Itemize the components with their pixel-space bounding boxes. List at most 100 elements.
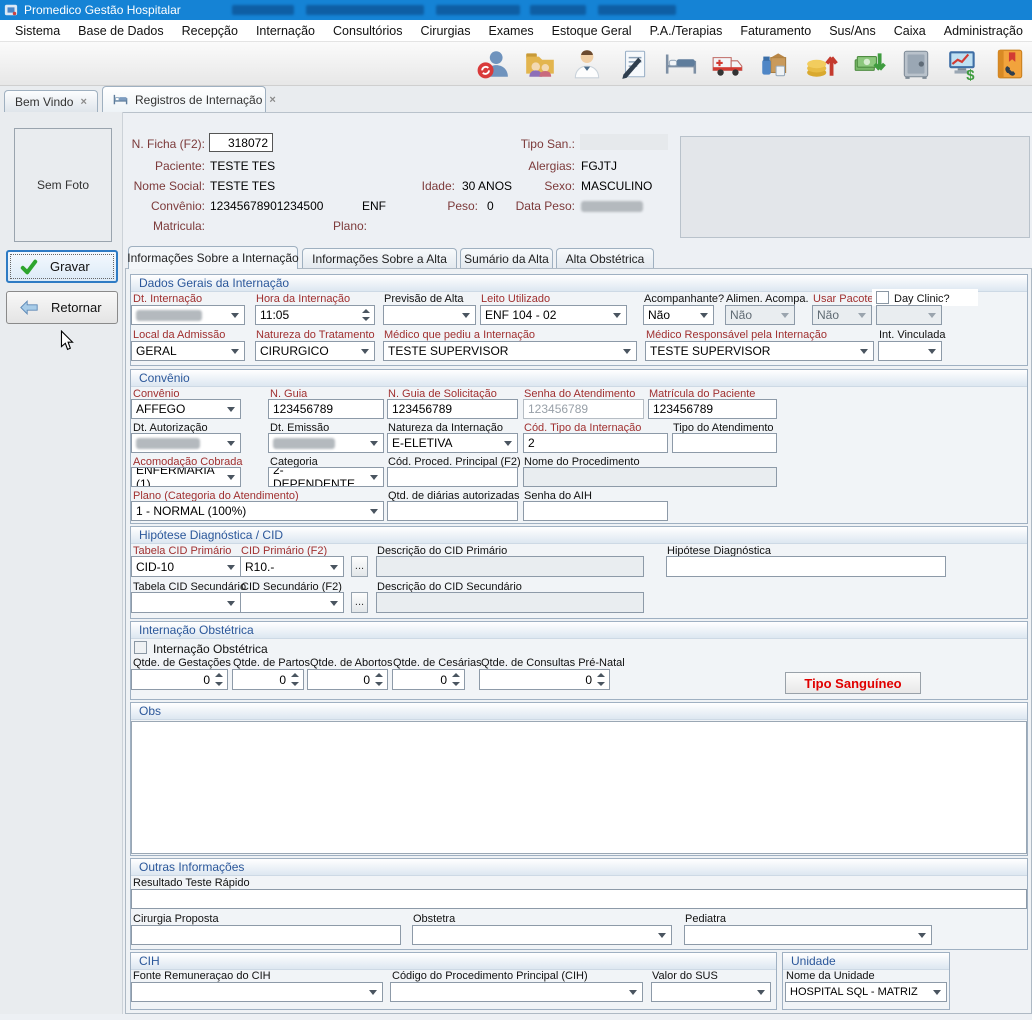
form-tab-informacoes-alta[interactable]: Informações Sobre a Alta	[302, 248, 457, 269]
nome-unidade-combo[interactable]: HOSPITAL SQL - MATRIZ	[785, 982, 947, 1002]
form-tab-informacoes-internacao[interactable]: Informações Sobre a Internação	[128, 246, 298, 269]
cod-proc-input[interactable]	[387, 467, 518, 487]
save-button[interactable]: Gravar	[6, 250, 118, 283]
dt-internacao-combo[interactable]	[131, 305, 245, 325]
menu-recepcao[interactable]: Recepção	[173, 22, 247, 40]
cid-primario-combo[interactable]: R10.-	[240, 556, 344, 577]
phone-directory-icon[interactable]	[993, 47, 1027, 81]
fonte-remuneracao-combo[interactable]	[131, 982, 383, 1002]
partos-spinner[interactable]: 0	[232, 669, 304, 690]
day-clinic-checkbox[interactable]	[876, 291, 889, 304]
safe-icon[interactable]	[899, 47, 933, 81]
pediatra-label: Pediatra	[685, 913, 726, 925]
consultas-prenatal-spinner[interactable]: 0	[479, 669, 610, 690]
menu-sistema[interactable]: Sistema	[6, 22, 69, 40]
codigo-procedimento-cih-combo[interactable]	[390, 982, 643, 1002]
tab-bem-vindo[interactable]: Bem Vindo ×	[4, 90, 98, 112]
form-tab-alta-obstetrica[interactable]: Alta Obstétrica	[556, 248, 654, 269]
acomodacao-combo[interactable]: ENFERMARIA (1)	[131, 467, 241, 487]
cid-secundario-browse-button[interactable]: ...	[351, 592, 368, 613]
menu-estoque-geral[interactable]: Estoque Geral	[543, 22, 641, 40]
pharmacy-supplies-icon[interactable]	[758, 47, 792, 81]
gestacoes-spinner[interactable]: 0	[131, 669, 228, 690]
convenio-combo[interactable]: AFFEGO	[131, 399, 241, 419]
dt-emissao-combo[interactable]	[268, 433, 384, 453]
acompanhante-value: Não	[648, 308, 670, 322]
dt-autorizacao-combo[interactable]	[131, 433, 241, 453]
close-icon[interactable]: ×	[269, 94, 275, 106]
natureza-internacao-combo[interactable]: E-ELETIVA	[387, 433, 518, 453]
natureza-tratamento-combo[interactable]: CIRURGICO	[255, 341, 375, 361]
day-clinic-label: Day Clinic?	[894, 293, 950, 305]
spinner-buttons-icon[interactable]	[289, 673, 300, 686]
medico-pediu-label: Médico que pediu a Internação	[384, 329, 535, 341]
menu-sus-ans[interactable]: Sus/Ans	[820, 22, 885, 40]
spinner-buttons-icon[interactable]	[595, 673, 606, 686]
user-sync-icon[interactable]	[476, 47, 510, 81]
cesarias-spinner[interactable]: 0	[392, 669, 465, 690]
qtd-diarias-input[interactable]	[387, 501, 518, 521]
patients-folder-icon[interactable]	[523, 47, 557, 81]
chevron-down-icon	[361, 349, 369, 354]
menu-internacao[interactable]: Internação	[247, 22, 324, 40]
bi-dashboard-icon[interactable]: $	[946, 47, 980, 81]
categoria-combo[interactable]: 2-DEPENDENTE	[268, 467, 384, 487]
n-guia-sol-input[interactable]: 123456789	[387, 399, 518, 419]
spinner-buttons-icon[interactable]	[213, 673, 224, 686]
int-vinculada-combo[interactable]	[878, 341, 942, 361]
senha-aih-input[interactable]	[523, 501, 668, 521]
form-tab-label: Informações Sobre a Internação	[127, 251, 298, 265]
svg-text:$: $	[966, 67, 975, 80]
tabela-cid-primario-combo[interactable]: CID-10	[131, 556, 241, 577]
valor-sus-combo[interactable]	[651, 982, 771, 1002]
menu-caixa[interactable]: Caixa	[885, 22, 935, 40]
tipo-sanguineo-button[interactable]: Tipo Sanguíneo	[785, 672, 921, 694]
acompanhante-combo[interactable]: Não	[643, 305, 714, 325]
obs-textarea[interactable]	[131, 721, 1027, 854]
cirurgia-proposta-input[interactable]	[131, 925, 401, 945]
hospital-bed-icon[interactable]	[664, 47, 698, 81]
cid-primario-browse-button[interactable]: ...	[351, 556, 368, 577]
return-button[interactable]: Retornar	[6, 291, 118, 324]
matricula-paciente-input[interactable]: 123456789	[648, 399, 777, 419]
tabela-cid-secundario-combo[interactable]	[131, 592, 241, 613]
menu-base-de-dados[interactable]: Base de Dados	[69, 22, 172, 40]
spinner-buttons-icon[interactable]	[450, 673, 461, 686]
menu-consultorios[interactable]: Consultórios	[324, 22, 411, 40]
menu-exames[interactable]: Exames	[480, 22, 543, 40]
money-out-icon[interactable]	[852, 47, 886, 81]
document-sign-icon[interactable]	[617, 47, 651, 81]
menu-administracao[interactable]: Administração	[935, 22, 1032, 40]
money-in-icon[interactable]	[805, 47, 839, 81]
n-guia-input[interactable]: 123456789	[268, 399, 384, 419]
medico-pediu-combo[interactable]: TESTE SUPERVISOR	[383, 341, 637, 361]
obstetrica-checkbox[interactable]	[134, 641, 147, 654]
menu-pa-terapias[interactable]: P.A./Terapias	[641, 22, 732, 40]
cod-tipo-internacao-input[interactable]: 2	[523, 433, 668, 453]
spinner-buttons-icon[interactable]	[373, 673, 384, 686]
cid-secundario-combo[interactable]	[240, 592, 344, 613]
plano-categoria-combo[interactable]: 1 - NORMAL (100%)	[131, 501, 384, 521]
tab-registros-internacao[interactable]: Registros de Internação ×	[102, 86, 266, 112]
close-icon[interactable]: ×	[80, 96, 86, 108]
hora-internacao-spinner[interactable]: 11:05	[255, 305, 375, 325]
obstetra-combo[interactable]	[412, 925, 672, 945]
form-tab-sumario-alta[interactable]: Sumário da Alta	[460, 248, 553, 269]
chevron-down-icon	[231, 349, 239, 354]
ambulance-icon[interactable]	[711, 47, 745, 81]
medico-responsavel-combo[interactable]: TESTE SUPERVISOR	[645, 341, 874, 361]
leito-combo[interactable]: ENF 104 - 02	[480, 305, 627, 325]
previsao-alta-combo[interactable]	[383, 305, 476, 325]
menu-faturamento[interactable]: Faturamento	[731, 22, 820, 40]
ficha-input[interactable]: 318072	[209, 133, 273, 152]
hipotese-diagnostica-input[interactable]	[666, 556, 946, 577]
local-admissao-combo[interactable]: GERAL	[131, 341, 245, 361]
doctor-icon[interactable]	[570, 47, 604, 81]
tipo-atendimento-input[interactable]	[672, 433, 777, 453]
chevron-down-icon	[370, 441, 378, 446]
menu-cirurgias[interactable]: Cirurgias	[412, 22, 480, 40]
abortos-spinner[interactable]: 0	[307, 669, 388, 690]
spinner-buttons-icon[interactable]	[360, 309, 371, 321]
resultado-teste-input[interactable]	[131, 889, 1027, 909]
pediatra-combo[interactable]	[684, 925, 932, 945]
